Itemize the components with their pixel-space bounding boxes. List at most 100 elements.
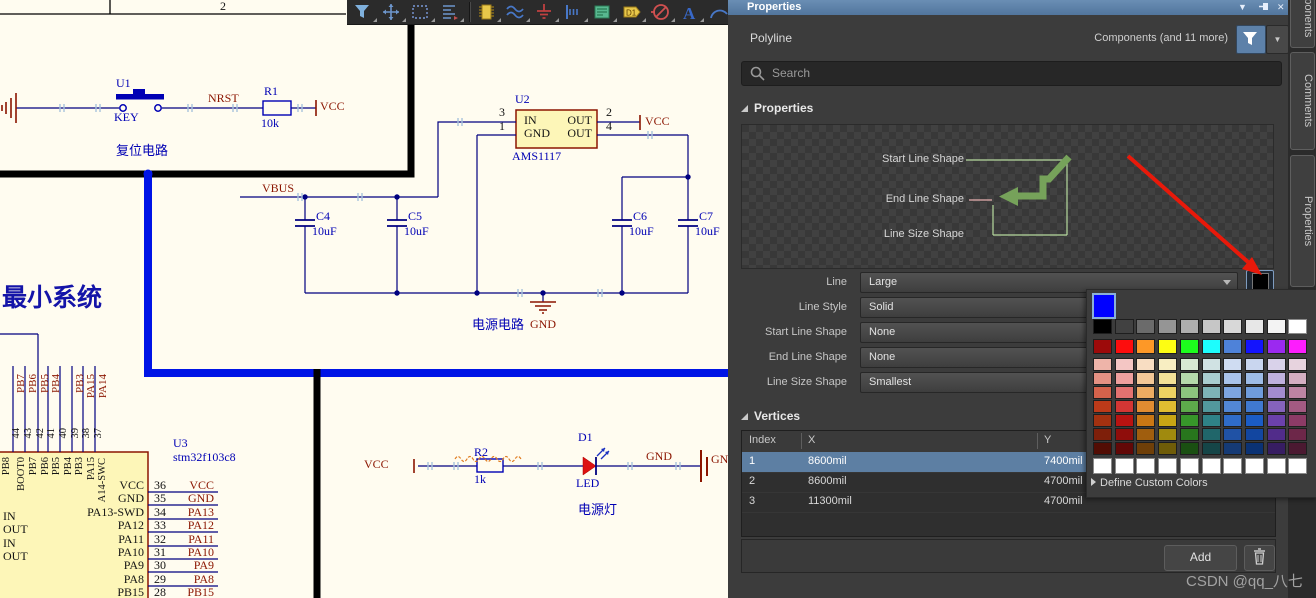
caption[interactable]: 最小系统	[2, 286, 132, 311]
caption[interactable]: 电源电路	[472, 318, 532, 331]
vertex-y[interactable]: 4700mil	[1044, 475, 1083, 487]
color-swatch[interactable]	[1244, 372, 1264, 385]
net-label[interactable]: PB4	[50, 374, 63, 408]
color-swatch[interactable]	[1244, 442, 1264, 455]
power-port-label[interactable]: VCC	[364, 458, 398, 471]
color-swatch[interactable]	[1201, 400, 1221, 413]
color-swatch[interactable]	[1114, 414, 1134, 427]
net-label[interactable]: NRST	[208, 92, 250, 105]
color-swatch[interactable]	[1201, 319, 1221, 334]
color-swatch[interactable]	[1136, 386, 1156, 399]
color-swatch[interactable]	[1179, 428, 1199, 441]
color-swatch[interactable]	[1179, 414, 1199, 427]
place-measure-tool[interactable]	[562, 1, 590, 23]
define-custom-colors[interactable]: Define Custom Colors	[1091, 477, 1208, 489]
current-color-swatch[interactable]	[1092, 293, 1116, 319]
color-swatch[interactable]	[1288, 339, 1308, 354]
panel-tab-components[interactable]: Components	[1290, 0, 1315, 48]
color-swatch[interactable]	[1136, 442, 1156, 455]
color-swatch[interactable]	[1136, 339, 1156, 354]
col-y[interactable]: Y	[1044, 434, 1051, 446]
color-swatch[interactable]	[1201, 372, 1221, 385]
net-label[interactable]: PA9	[176, 559, 214, 572]
color-swatch[interactable]	[1288, 458, 1308, 474]
place-sheet-part-tool[interactable]	[591, 1, 619, 23]
color-swatch[interactable]	[1158, 386, 1178, 399]
designator[interactable]: C6	[633, 210, 661, 223]
designator[interactable]: U3	[173, 437, 203, 450]
color-swatch[interactable]	[1158, 442, 1178, 455]
search-input[interactable]: Search	[741, 61, 1282, 86]
pin-name[interactable]: PA9	[58, 559, 144, 572]
schematic-canvas[interactable]: 2 U1 KEY NRST R1 10k VCC 复位电路 U2 AMS1117 3 1 2 4 IN GND…	[0, 0, 728, 598]
color-swatch[interactable]	[1093, 400, 1112, 413]
color-swatch[interactable]	[1201, 458, 1221, 474]
color-swatch[interactable]	[1266, 386, 1286, 399]
color-swatch[interactable]	[1201, 414, 1221, 427]
delete-vertex-button[interactable]	[1244, 545, 1275, 571]
color-swatch[interactable]	[1223, 414, 1243, 427]
value[interactable]: 10uF	[312, 225, 346, 238]
place-part-tool[interactable]	[475, 1, 503, 23]
color-swatch[interactable]	[1288, 428, 1308, 441]
color-swatch[interactable]	[1223, 319, 1243, 334]
filter-tool[interactable]	[351, 1, 379, 23]
color-swatch[interactable]	[1136, 372, 1156, 385]
color-swatch[interactable]	[1223, 400, 1243, 413]
color-swatch[interactable]	[1288, 358, 1308, 371]
color-swatch[interactable]	[1266, 442, 1286, 455]
caption[interactable]: 电源灯	[578, 503, 630, 516]
pin-number[interactable]: 1	[496, 120, 508, 133]
color-swatch[interactable]	[1223, 442, 1243, 455]
color-swatch[interactable]	[1244, 386, 1264, 399]
pin-number[interactable]: 35	[150, 492, 170, 505]
place-wire-tool[interactable]	[504, 1, 532, 23]
color-swatch[interactable]	[1158, 372, 1178, 385]
color-swatch[interactable]	[1288, 414, 1308, 427]
color-swatch[interactable]	[1179, 400, 1199, 413]
color-swatch[interactable]	[1244, 358, 1264, 371]
close-icon[interactable]: ✕	[1277, 2, 1285, 13]
color-swatch[interactable]	[1266, 458, 1286, 474]
select-area-tool[interactable]	[409, 1, 437, 23]
color-swatch[interactable]	[1093, 414, 1112, 427]
value[interactable]: 10k	[261, 117, 291, 130]
color-swatch[interactable]	[1266, 339, 1286, 354]
color-swatch[interactable]	[1136, 400, 1156, 413]
color-swatch[interactable]	[1179, 442, 1199, 455]
color-swatch[interactable]	[1288, 442, 1308, 455]
col-x[interactable]: X	[808, 434, 815, 446]
power-port-label[interactable]: VCC	[645, 115, 679, 128]
align-tool[interactable]	[438, 1, 466, 23]
color-swatch[interactable]	[1114, 458, 1134, 474]
power-port-label[interactable]: GND	[711, 453, 728, 466]
section-vertices[interactable]: Vertices	[741, 409, 800, 423]
color-swatch[interactable]	[1114, 386, 1134, 399]
color-swatch[interactable]	[1201, 339, 1221, 354]
net-label[interactable]: PA14	[97, 374, 110, 408]
color-swatch[interactable]	[1201, 358, 1221, 371]
value[interactable]: 10uF	[404, 225, 438, 238]
color-swatch[interactable]	[1114, 319, 1134, 334]
color-swatch[interactable]	[1093, 339, 1112, 354]
color-swatch[interactable]	[1093, 442, 1112, 455]
color-swatch[interactable]	[1136, 458, 1156, 474]
pin-number[interactable]: 37	[92, 428, 105, 450]
color-swatch[interactable]	[1158, 358, 1178, 371]
color-swatch[interactable]	[1158, 458, 1178, 474]
cross-probe-tool[interactable]	[380, 1, 408, 23]
color-swatch[interactable]	[1244, 400, 1264, 413]
color-swatch[interactable]	[1114, 400, 1134, 413]
panel-tab-comments[interactable]: Comments	[1290, 52, 1315, 150]
designator[interactable]: R2	[474, 446, 500, 459]
color-swatch[interactable]	[1244, 428, 1264, 441]
place-power-port-tool[interactable]	[533, 1, 561, 23]
color-swatch[interactable]	[1093, 386, 1112, 399]
color-swatch[interactable]	[1158, 428, 1178, 441]
color-swatch[interactable]	[1288, 386, 1308, 399]
pin-icon[interactable]	[1259, 1, 1270, 12]
color-swatch[interactable]	[1288, 372, 1308, 385]
part-name[interactable]: stm32f103c8	[173, 451, 263, 464]
color-swatch[interactable]	[1223, 386, 1243, 399]
color-swatch[interactable]	[1266, 358, 1286, 371]
